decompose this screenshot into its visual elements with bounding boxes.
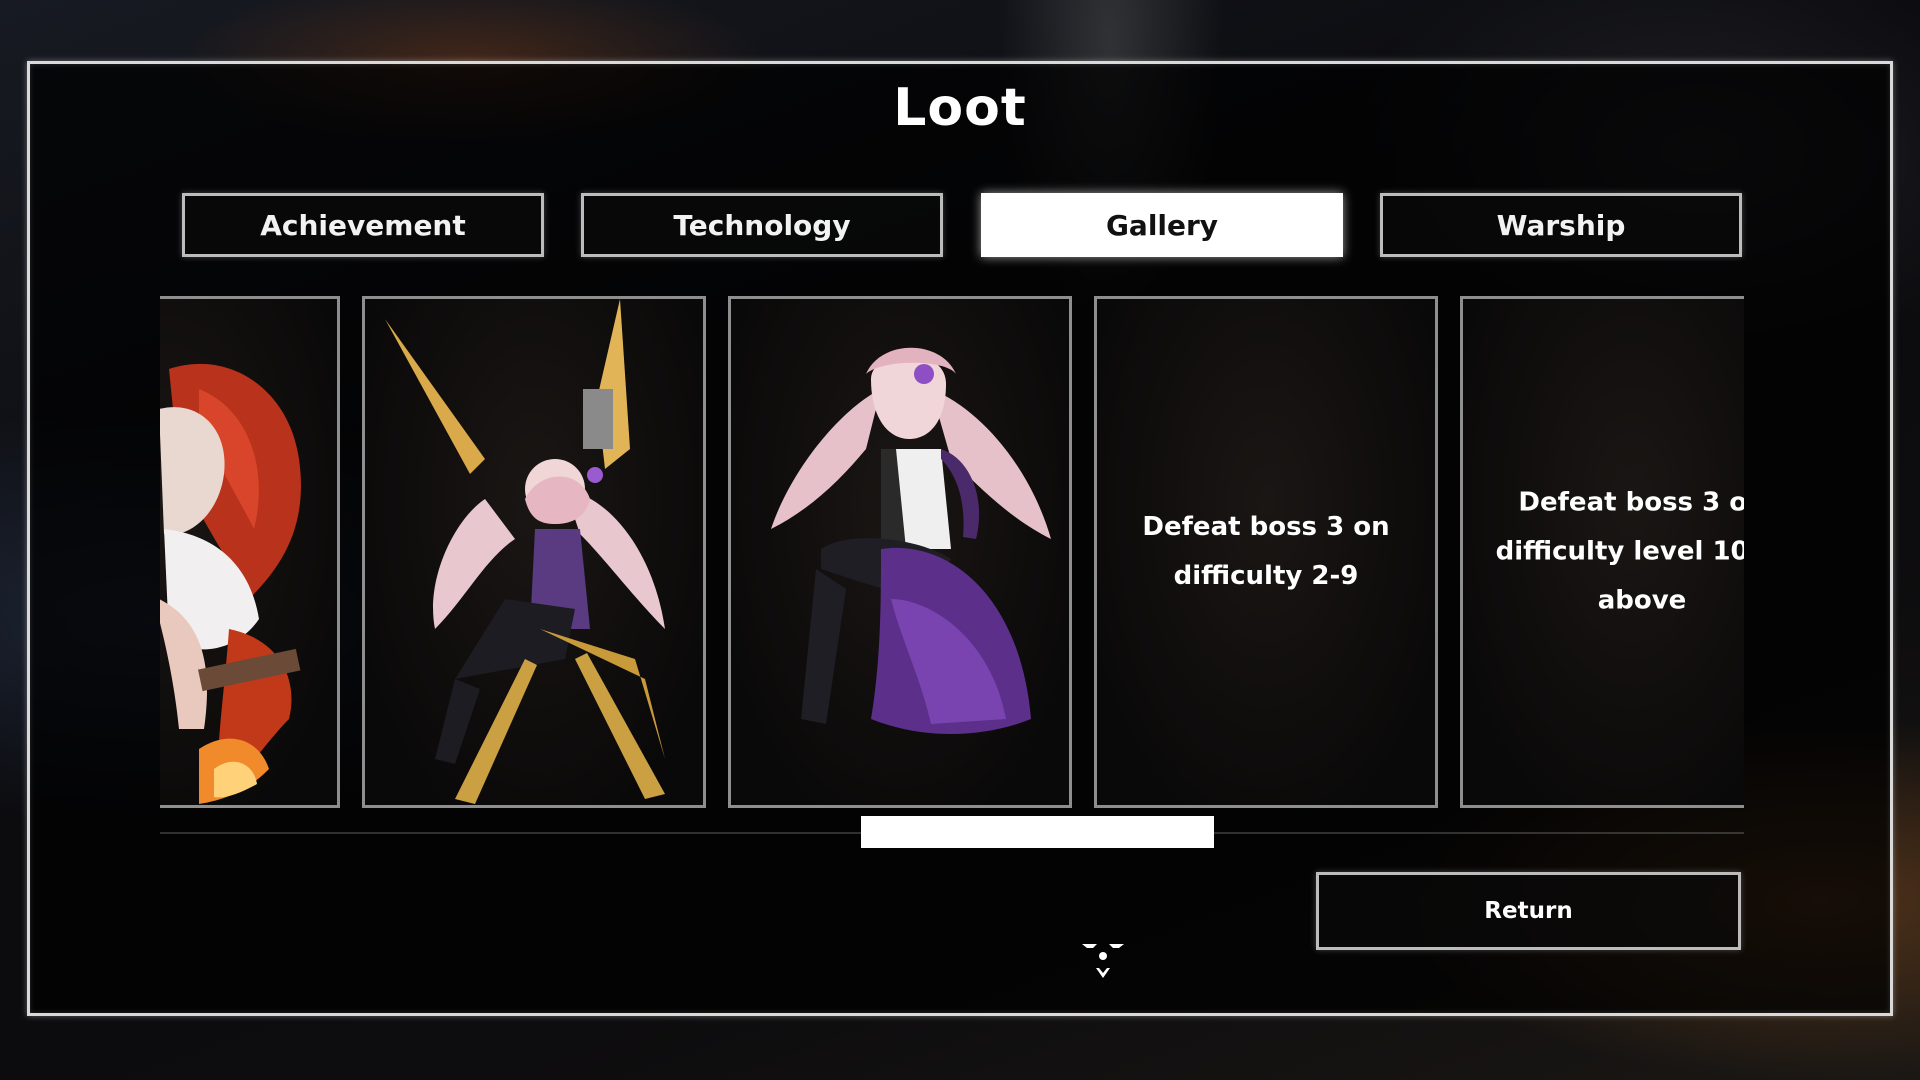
gallery-card-locked[interactable]: Defeat boss 3 on difficulty 2-9 [1094, 296, 1438, 808]
tab-gallery[interactable]: Gallery [981, 193, 1343, 257]
unlock-requirement-text: Defeat boss 3 on difficulty level 10 or … [1495, 487, 1744, 616]
gallery-card-red-haired-character[interactable] [160, 296, 340, 808]
unlock-requirement-text: Defeat boss 3 on difficulty 2-9 [1142, 512, 1390, 591]
purple-dress-character-art [771, 347, 1051, 734]
golden-blades-character-art [385, 299, 665, 804]
gallery-card-golden-blades-character[interactable] [362, 296, 706, 808]
tab-warship[interactable]: Warship [1380, 193, 1742, 257]
page-title: Loot [893, 78, 1027, 138]
return-button[interactable]: Return [1316, 872, 1741, 950]
tab-achievement[interactable]: Achievement [182, 193, 544, 257]
gallery-card-locked[interactable]: Defeat boss 3 on difficulty level 10 or … [1460, 296, 1744, 808]
gallery-card-purple-dress-character[interactable] [728, 296, 1072, 808]
red-haired-character-art [160, 363, 301, 804]
triangle-emblem-icon [1082, 944, 1124, 978]
tab-technology[interactable]: Technology [581, 193, 943, 257]
gallery-scrollbar-thumb[interactable] [861, 816, 1214, 848]
gallery-carousel[interactable]: Defeat boss 3 on difficulty 2-9 Defeat b… [160, 294, 1744, 810]
